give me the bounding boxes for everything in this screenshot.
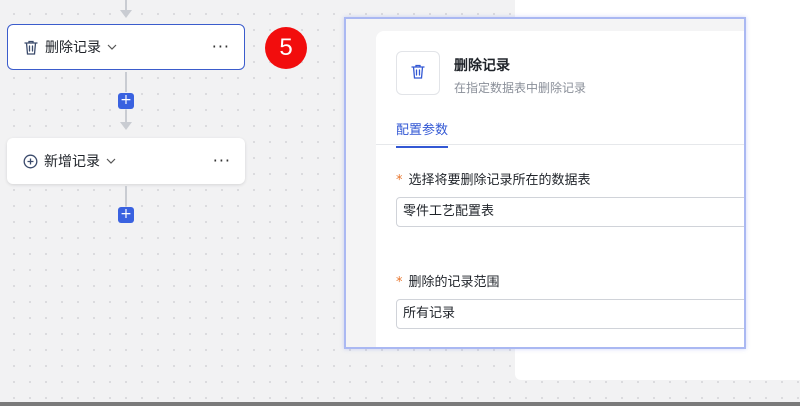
add-step-button[interactable]: + bbox=[118, 207, 134, 223]
trash-icon bbox=[24, 39, 40, 55]
config-panel-highlight: 删除记录 在指定数据表中删除记录 配置参数 * 选择将要删除记录所在的数据表 零件… bbox=[344, 17, 746, 349]
plus-circle-icon bbox=[23, 153, 39, 169]
add-step-button[interactable]: + bbox=[118, 93, 134, 109]
flow-node-add-record[interactable]: 新增记录 ··· bbox=[7, 138, 245, 184]
table-select-field[interactable]: 零件工艺配置表 bbox=[396, 197, 744, 227]
flow-connector bbox=[125, 186, 127, 206]
chevron-down-icon[interactable] bbox=[106, 156, 116, 166]
more-options-button[interactable]: ··· bbox=[212, 39, 230, 55]
action-title: 删除记录 bbox=[454, 58, 510, 74]
step-number-badge: 5 bbox=[265, 27, 307, 69]
field-label-range: * 删除的记录范围 bbox=[396, 271, 500, 290]
required-marker: * bbox=[396, 275, 403, 290]
required-marker: * bbox=[396, 173, 403, 188]
config-card: 删除记录 在指定数据表中删除记录 配置参数 * 选择将要删除记录所在的数据表 零件… bbox=[376, 31, 744, 347]
flow-node-delete-record[interactable]: 删除记录 ··· bbox=[7, 24, 245, 70]
record-range-select[interactable]: 所有记录 bbox=[396, 299, 744, 329]
trash-icon bbox=[411, 64, 425, 83]
bottom-scrollbar bbox=[0, 402, 800, 406]
field-label-text: 删除的记录范围 bbox=[408, 275, 500, 290]
tab-divider bbox=[376, 144, 744, 145]
node-label: 新增记录 bbox=[44, 154, 100, 170]
node-label: 删除记录 bbox=[45, 40, 101, 56]
action-description: 在指定数据表中删除记录 bbox=[454, 81, 587, 95]
more-options-button[interactable]: ··· bbox=[213, 153, 231, 169]
flow-arrow bbox=[120, 122, 132, 130]
action-icon-box bbox=[396, 51, 440, 95]
flow-connector bbox=[125, 110, 127, 122]
field-label-table: * 选择将要删除记录所在的数据表 bbox=[396, 169, 591, 188]
field-label-text: 选择将要删除记录所在的数据表 bbox=[408, 173, 591, 188]
flow-arrow bbox=[120, 10, 132, 18]
flow-connector bbox=[125, 72, 127, 92]
chevron-down-icon[interactable] bbox=[107, 42, 117, 52]
